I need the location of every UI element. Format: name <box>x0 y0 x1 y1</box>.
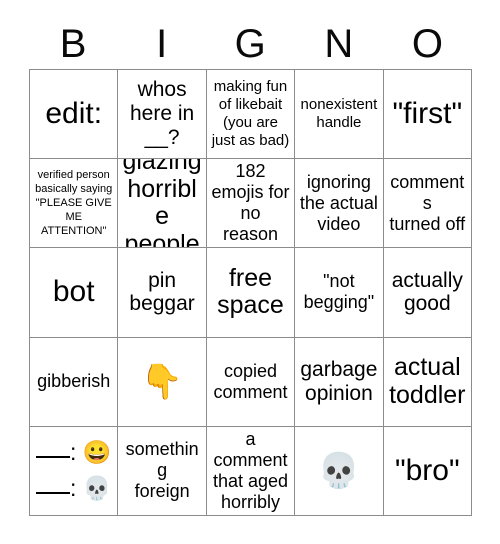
bingo-cell-b3[interactable]: bot <box>30 248 119 338</box>
bingo-header-letter-g: G <box>234 22 267 66</box>
bingo-card: B I G N O edit: whos here in __? making fun of… <box>0 0 500 544</box>
bingo-cell-g3[interactable]: free space <box>206 248 296 338</box>
blank-fill-line <box>35 479 70 494</box>
bingo-cell-g2[interactable]: 182 emojis for no reason <box>206 159 296 249</box>
bingo-cell-b2[interactable]: verified person basically saying "PLEASE… <box>30 159 119 249</box>
bingo-cell-label: garbage opinion <box>300 357 378 405</box>
bingo-cell-n1[interactable]: nonexistent handle <box>295 70 384 160</box>
bingo-cell-label: nonexistent handle <box>300 96 378 132</box>
bingo-header-letter-o: O <box>411 22 444 66</box>
bingo-cell-label: making fun of likebait (you are just as … <box>211 78 290 150</box>
bingo-cell-label: pin beggar <box>129 268 195 316</box>
bingo-cell-label: gibberish <box>37 371 111 392</box>
bingo-cell-label: "not begging" <box>303 271 375 313</box>
bingo-cell-label: verified person basically saying "PLEASE… <box>35 169 113 238</box>
bingo-header-row: BIGNO <box>29 20 472 68</box>
bingo-cell-label: "first" <box>392 96 463 130</box>
bingo-cell-i3[interactable]: pin beggar <box>118 248 207 338</box>
bingo-cell-label: 182 emojis for no reason <box>211 161 290 245</box>
bingo-cell-i2[interactable]: glazing horrible people <box>118 159 207 249</box>
bingo-cell-label: 👇 <box>140 362 184 401</box>
bingo-cell-b5[interactable]: : 😀 : 💀 <box>30 426 119 516</box>
bingo-cell-o4[interactable]: actual toddler <box>383 337 472 427</box>
bingo-cell-label: a comment that aged horribly <box>212 428 289 512</box>
bingo-cell-b1[interactable]: edit: <box>30 70 119 160</box>
bingo-cell-n4[interactable]: garbage opinion <box>295 337 384 427</box>
blank-fill-line <box>35 443 70 459</box>
bingo-header-letter-i: I <box>156 22 168 66</box>
bingo-cell-i4[interactable]: 👇 <box>118 337 207 427</box>
bingo-cell-g5[interactable]: a comment that aged horribly <box>206 426 296 516</box>
bingo-cell-label: edit: <box>45 96 103 130</box>
bingo-cell-b4[interactable]: gibberish <box>30 337 119 427</box>
bingo-cell-label: glazing horrible people <box>122 159 202 249</box>
bingo-cell-label: actual toddler <box>389 353 466 409</box>
emoji-glyph: : 😀 <box>69 439 112 466</box>
bingo-cell-i1[interactable]: whos here in __? <box>118 70 207 160</box>
bingo-cell-label: 💀 <box>317 451 361 490</box>
bingo-cell-label: : 😀 : 💀 <box>34 435 113 506</box>
bingo-cell-o5[interactable]: "bro" <box>383 426 472 516</box>
bingo-grid: edit: whos here in __? making fun of likeb… <box>29 69 472 516</box>
bingo-cell-o2[interactable]: comments turned off <box>383 159 472 249</box>
bingo-cell-label: comments turned off <box>389 171 466 234</box>
bingo-cell-label: copied comment <box>213 360 288 402</box>
bingo-cell-g4[interactable]: copied comment <box>206 337 296 427</box>
bingo-header-letter-n: N <box>324 22 354 66</box>
bingo-cell-label: something foreign <box>125 439 199 502</box>
bingo-cell-g1[interactable]: making fun of likebait (you are just as … <box>206 70 296 160</box>
bingo-cell-n2[interactable]: ignoring the actual video <box>295 159 384 249</box>
bingo-cell-label: free space <box>217 263 284 320</box>
bingo-cell-i5[interactable]: something foreign <box>118 426 207 516</box>
bingo-cell-label: "bro" <box>394 453 460 487</box>
bingo-header-letter-b: B <box>59 22 87 66</box>
bingo-cell-o1[interactable]: "first" <box>383 70 472 160</box>
bingo-cell-label: bot <box>52 275 95 309</box>
bingo-cell-label: actually good <box>391 268 463 316</box>
emoji-glyph: : 💀 <box>69 474 112 501</box>
bingo-cell-o3[interactable]: actually good <box>383 248 472 338</box>
bingo-cell-n3[interactable]: "not begging" <box>295 248 384 338</box>
bingo-cell-label: whos here in __? <box>129 78 195 150</box>
bingo-cell-n5[interactable]: 💀 <box>295 426 384 516</box>
bingo-cell-label: ignoring the actual video <box>299 171 378 234</box>
